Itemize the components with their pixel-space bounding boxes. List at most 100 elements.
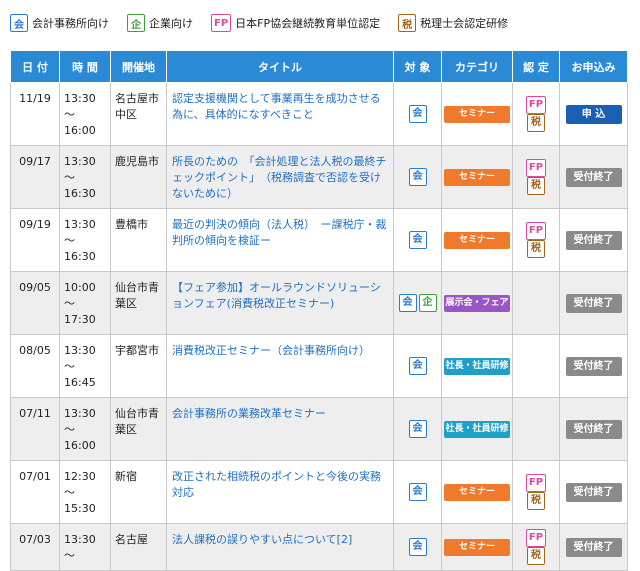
seminar-title-link[interactable]: 会計事務所の業務改革セミナー xyxy=(166,397,394,461)
closed-button: 受付終了 xyxy=(565,537,622,557)
seminar-title-link[interactable]: 法人課税の誤りやすい点について[2] xyxy=(166,523,394,571)
legend-item-accounting-firm: 会 会計事務所向け xyxy=(10,14,109,32)
apply-cell: 受付終了 xyxy=(559,145,628,209)
target-cell: 会 xyxy=(393,82,442,146)
apply-cell: 受付終了 xyxy=(559,397,628,461)
legend-label: 日本FP協会継続教育単位認定 xyxy=(235,17,381,30)
accounting-firm-icon: 会 xyxy=(398,294,417,312)
closed-button: 受付終了 xyxy=(565,293,622,313)
table-row: 08/05 13:30～ 16:45 宇都宮市 消費税改正セミナー（会計事務所向け） 会… xyxy=(10,334,628,398)
cert-cell: FP税 xyxy=(512,145,560,209)
cert-cell: FP税 xyxy=(512,460,560,524)
time-cell: 10:00～ 17:30 xyxy=(59,271,111,335)
time-cell: 13:30～ 16:00 xyxy=(59,82,111,146)
date-cell: 07/03 xyxy=(10,523,60,571)
venue-cell: 鹿児島市 xyxy=(110,145,167,209)
fp-icon: FP xyxy=(211,14,232,32)
table-row: 09/05 10:00～ 17:30 仙台市青 葉区 【フェア参加】オールラウンドソリ… xyxy=(10,271,628,335)
accounting-firm-icon: 会 xyxy=(408,420,427,438)
seminar-title-link[interactable]: 消費税改正セミナー（会計事務所向け） xyxy=(166,334,394,398)
legend-item-tax: 税 税理士会認定研修 xyxy=(398,14,508,32)
header-venue: 開催地 xyxy=(110,50,167,83)
seminar-title-link[interactable]: 【フェア参加】オールラウンドソリューションフェア(消費税改正セミナー) xyxy=(166,271,394,335)
category-badge: 展示会・フェア xyxy=(444,295,510,312)
apply-cell: 申 込 xyxy=(559,82,628,146)
seminar-table: 日 付 時 間 開催地 タイトル 対 象 カテゴリ 認 定 お申込み 11/19… xyxy=(10,50,628,571)
seminar-title-link[interactable]: 改正された相続税のポイントと今後の実務対応 xyxy=(166,460,394,524)
closed-button: 受付終了 xyxy=(565,356,622,376)
header-date: 日 付 xyxy=(10,50,60,83)
time-cell: 13:30～ 16:30 xyxy=(59,208,111,272)
tax-icon: 税 xyxy=(527,547,545,565)
venue-cell: 豊橋市 xyxy=(110,208,167,272)
target-cell: 会 xyxy=(393,334,442,398)
cert-cell xyxy=(512,334,560,398)
tax-icon: 税 xyxy=(527,177,545,195)
target-cell: 会 xyxy=(393,397,442,461)
accounting-firm-icon: 会 xyxy=(408,105,427,123)
date-cell: 07/01 xyxy=(10,460,60,524)
table-row: 09/17 13:30～ 16:30 鹿児島市 所長のための 「会計処理と法人税の最終… xyxy=(10,145,628,209)
fp-icon: FP xyxy=(525,159,547,177)
table-row: 07/11 13:30～ 16:00 仙台市青 葉区 会計事務所の業務改革セミナー会社… xyxy=(10,397,628,461)
apply-cell: 受付終了 xyxy=(559,523,628,571)
header-target: 対 象 xyxy=(393,50,442,83)
apply-cell: 受付終了 xyxy=(559,460,628,524)
category-badge: セミナー xyxy=(444,106,510,123)
legend-item-fp: FP 日本FP協会継続教育単位認定 xyxy=(211,14,380,32)
accounting-firm-icon: 会 xyxy=(408,357,427,375)
venue-cell: 名古屋 xyxy=(110,523,167,571)
table-row: 11/19 13:30～ 16:00 名古屋市 中区 認定支援機関として事業再生を成功… xyxy=(10,82,628,146)
header-cert: 認 定 xyxy=(512,50,560,83)
target-cell: 会 xyxy=(393,460,442,524)
category-badge: セミナー xyxy=(444,169,510,186)
venue-cell: 宇都宮市 xyxy=(110,334,167,398)
fp-icon: FP xyxy=(525,474,547,492)
category-badge: 社長・社員研修 xyxy=(444,358,510,375)
table-row: 07/03 13:30～ 名古屋 法人課税の誤りやすい点について[2] 会セミナー FP税… xyxy=(10,523,628,571)
category-badge: セミナー xyxy=(444,539,510,556)
header-time: 時 間 xyxy=(59,50,111,83)
table-header: 日 付 時 間 開催地 タイトル 対 象 カテゴリ 認 定 お申込み xyxy=(10,50,628,83)
target-cell: 会 xyxy=(393,145,442,209)
corporate-icon: 企 xyxy=(127,14,145,32)
date-cell: 07/11 xyxy=(10,397,60,461)
header-category: カテゴリ xyxy=(441,50,513,83)
date-cell: 08/05 xyxy=(10,334,60,398)
legend: 会 会計事務所向け 企 企業向け FP 日本FP協会継続教育単位認定 税 税理士… xyxy=(10,10,526,36)
closed-button: 受付終了 xyxy=(565,230,622,250)
legend-label: 会計事務所向け xyxy=(32,17,109,30)
table-row: 09/19 13:30～ 16:30 豊橋市 最近の判決の傾向（法人税） ー課税庁・裁… xyxy=(10,208,628,272)
accounting-firm-icon: 会 xyxy=(408,231,427,249)
time-cell: 13:30～ 16:00 xyxy=(59,397,111,461)
tax-icon: 税 xyxy=(527,492,545,510)
legend-label: 企業向け xyxy=(149,17,193,30)
fp-icon: FP xyxy=(525,96,547,114)
accounting-firm-icon: 会 xyxy=(10,14,28,32)
tax-icon: 税 xyxy=(527,114,545,132)
venue-cell: 名古屋市 中区 xyxy=(110,82,167,146)
venue-cell: 仙台市青 葉区 xyxy=(110,271,167,335)
apply-cell: 受付終了 xyxy=(559,334,628,398)
apply-button[interactable]: 申 込 xyxy=(565,104,622,124)
accounting-firm-icon: 会 xyxy=(408,483,427,501)
table-row: 07/01 12:30～ 15:30 新宿 改正された相続税のポイントと今後の実務対応… xyxy=(10,460,628,524)
seminar-title-link[interactable]: 最近の判決の傾向（法人税） ー課税庁・裁判所の傾向を検証ー xyxy=(166,208,394,272)
cert-cell: FP税 xyxy=(512,523,560,571)
fp-icon: FP xyxy=(525,529,547,547)
category-badge: 社長・社員研修 xyxy=(444,421,510,438)
category-cell: 社長・社員研修 xyxy=(441,334,513,398)
seminar-title-link[interactable]: 認定支援機関として事業再生を成功させる為に、具体的になすべきこと xyxy=(166,82,394,146)
date-cell: 09/05 xyxy=(10,271,60,335)
tax-icon: 税 xyxy=(398,14,417,32)
time-cell: 13:30～ 16:30 xyxy=(59,145,111,209)
seminar-title-link[interactable]: 所長のための 「会計処理と法人税の最終チェックポイント」 （税務調査で否認を受け… xyxy=(166,145,394,209)
date-cell: 09/19 xyxy=(10,208,60,272)
cert-cell xyxy=(512,397,560,461)
corporate-icon: 企 xyxy=(418,294,437,312)
time-cell: 13:30～ xyxy=(59,523,111,571)
accounting-firm-icon: 会 xyxy=(408,538,427,556)
accounting-firm-icon: 会 xyxy=(408,168,427,186)
venue-cell: 仙台市青 葉区 xyxy=(110,397,167,461)
category-badge: セミナー xyxy=(444,232,510,249)
